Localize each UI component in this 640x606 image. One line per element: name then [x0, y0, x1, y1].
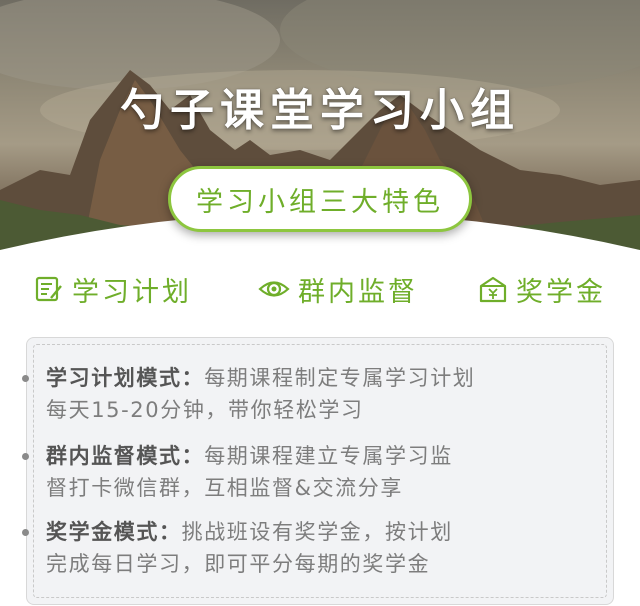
item-heading: 学习计划模式： — [46, 366, 205, 390]
item-heading: 奖学金模式： — [46, 520, 182, 544]
bullet-dot — [22, 453, 29, 460]
features-heading-pill: 学习小组三大特色 — [168, 166, 472, 232]
feature-label: 学习计划 — [72, 276, 192, 308]
item-heading: 群内监督模式： — [46, 444, 205, 468]
plan-icon — [35, 276, 62, 302]
feature-label: 群内监督 — [298, 276, 418, 308]
item-text: 督打卡微信群，互相监督&交流分享 — [46, 476, 403, 500]
item-text: 每期课程建立专属学习监 — [204, 444, 453, 468]
eye-icon — [258, 281, 290, 297]
scholarship-icon — [479, 276, 507, 303]
item-text: 挑战班设有奖学金，按计划 — [181, 520, 453, 544]
bullet-dot — [22, 375, 29, 382]
item-text: 每期课程制定专属学习计划 — [204, 366, 476, 390]
feature-group-supervision: 群内监督 — [258, 266, 418, 312]
feature-scholarship: 奖学金 — [478, 266, 606, 312]
page-title: 勺子课堂学习小组 — [120, 85, 520, 136]
list-item: 学习计划模式：每期课程制定专属学习计划 每天15-20分钟，带你轻松学习 — [22, 362, 566, 426]
bullet-dot — [22, 529, 29, 536]
item-text: 完成每日学习，即可平分每期的奖学金 — [46, 552, 431, 576]
list-item: 奖学金模式：挑战班设有奖学金，按计划 完成每日学习，即可平分每期的奖学金 — [22, 516, 566, 580]
feature-row: 学习计划 群内监督 奖学金 — [0, 262, 640, 314]
list-item: 群内监督模式：每期课程建立专属学习监 督打卡微信群，互相监督&交流分享 — [22, 440, 566, 504]
item-text: 每天15-20分钟，带你轻松学习 — [46, 398, 364, 422]
feature-label: 奖学金 — [516, 276, 606, 308]
feature-study-plan: 学习计划 — [34, 266, 192, 312]
